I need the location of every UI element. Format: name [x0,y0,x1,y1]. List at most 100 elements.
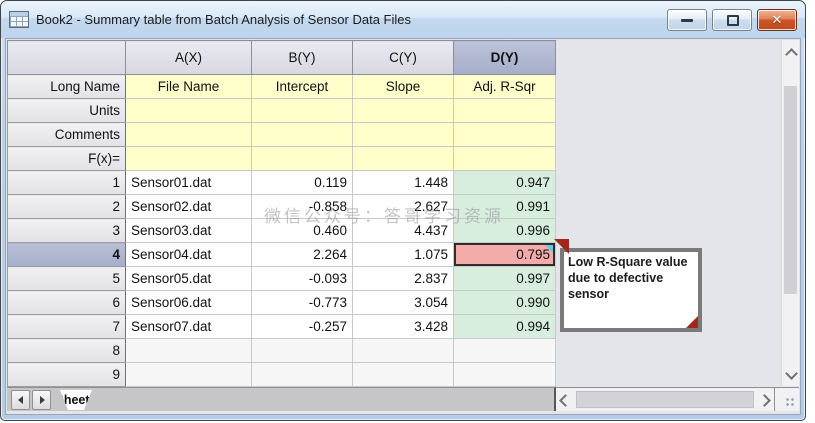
cell-r5-intercept[interactable]: -0.093 [252,267,353,291]
cell-r7-rsqr[interactable]: 0.994 [454,315,556,339]
cell-longname-a[interactable]: File Name [126,75,252,99]
cell-indicator-icon [545,245,553,253]
scroll-left-icon[interactable] [559,394,572,407]
cell-comments-d[interactable] [454,123,556,147]
cell-fx-d[interactable] [454,147,556,171]
row-header-8[interactable]: 8 [8,339,126,363]
worksheet-client-area: A(X) B(Y) C(Y) D(Y) Long Name File Name … [5,38,801,415]
cell-r8-d[interactable] [454,339,556,363]
cell-longname-b[interactable]: Intercept [252,75,353,99]
comment-text: Low R-Square value due to defective sens… [568,254,694,302]
cell-r1-filename[interactable]: Sensor01.dat [126,171,252,195]
cell-r7-intercept[interactable]: -0.257 [252,315,353,339]
resize-grip-box[interactable] [774,387,799,411]
cell-r6-rsqr[interactable]: 0.990 [454,291,556,315]
cell-units-c[interactable] [353,99,454,123]
cell-fx-c[interactable] [353,147,454,171]
horizontal-scrollbar[interactable] [556,387,774,411]
corner-header[interactable] [8,41,126,75]
cell-r7-slope[interactable]: 3.428 [353,315,454,339]
column-header-d-selected[interactable]: D(Y) [454,41,556,75]
cell-comments-a[interactable] [126,123,252,147]
cell-r9-b[interactable] [252,363,353,387]
cell-r2-slope[interactable]: 2.627 [353,195,454,219]
cell-r6-intercept[interactable]: -0.773 [252,291,353,315]
cell-r4-slope[interactable]: 1.075 [353,243,454,267]
row-header-4-selected[interactable]: 4 [8,243,126,267]
cell-r5-slope[interactable]: 2.837 [353,267,454,291]
window-title: Book2 - Summary table from Batch Analysi… [36,12,411,27]
cell-fx-b[interactable] [252,147,353,171]
row-header-1[interactable]: 1 [8,171,126,195]
cell-r3-intercept[interactable]: 0.460 [252,219,353,243]
cell-units-b[interactable] [252,99,353,123]
row-header-fx[interactable]: F(x)= [8,147,126,171]
cell-r9-d[interactable] [454,363,556,387]
column-header-a[interactable]: A(X) [126,41,252,75]
close-button[interactable]: ✕ [757,9,797,31]
cell-r2-rsqr[interactable]: 0.991 [454,195,556,219]
cell-r1-intercept[interactable]: 0.119 [252,171,353,195]
cell-r5-rsqr[interactable]: 0.997 [454,267,556,291]
cell-r1-slope[interactable]: 1.448 [353,171,454,195]
column-header-c[interactable]: C(Y) [353,41,454,75]
cell-comments-c[interactable] [353,123,454,147]
cell-r8-c[interactable] [353,339,454,363]
tab-scroll-left-button[interactable] [11,390,30,410]
row-header-3[interactable]: 3 [8,219,126,243]
cell-r4-intercept[interactable]: 2.264 [252,243,353,267]
scroll-right-icon[interactable] [758,394,771,407]
bottom-bar: Sheet1 [7,387,799,411]
window-controls: ✕ [667,9,797,31]
summary-table: A(X) B(Y) C(Y) D(Y) Long Name File Name … [7,40,556,387]
cell-r6-filename[interactable]: Sensor06.dat [126,291,252,315]
restore-button[interactable] [712,9,752,31]
resize-grip-icon [784,396,796,408]
row-header-9[interactable]: 9 [8,363,126,387]
cell-r2-intercept[interactable]: -0.858 [252,195,353,219]
cell-r7-filename[interactable]: Sensor07.dat [126,315,252,339]
title-bar[interactable]: Book2 - Summary table from Batch Analysi… [1,1,805,38]
restore-icon [727,15,739,26]
cell-longname-c[interactable]: Slope [353,75,454,99]
tab-label: Sheet1 [60,390,92,410]
cell-r4-filename[interactable]: Sensor04.dat [126,243,252,267]
row-header-units[interactable]: Units [8,99,126,123]
vertical-scrollbar[interactable] [781,40,799,386]
cell-r8-a[interactable] [126,339,252,363]
comment-corner-icon [686,316,698,328]
left-triangle-icon [18,396,23,404]
cell-r2-filename[interactable]: Sensor02.dat [126,195,252,219]
cell-r3-filename[interactable]: Sensor03.dat [126,219,252,243]
cell-r3-slope[interactable]: 4.437 [353,219,454,243]
cell-r6-slope[interactable]: 3.054 [353,291,454,315]
row-header-comments[interactable]: Comments [8,123,126,147]
cell-fx-a[interactable] [126,147,252,171]
cell-comments-b[interactable] [252,123,353,147]
cell-r3-rsqr[interactable]: 0.996 [454,219,556,243]
row-header-longname[interactable]: Long Name [8,75,126,99]
cell-units-a[interactable] [126,99,252,123]
comment-box[interactable]: Low R-Square value due to defective sens… [560,248,702,332]
cell-r1-rsqr[interactable]: 0.947 [454,171,556,195]
cell-r5-filename[interactable]: Sensor05.dat [126,267,252,291]
tab-scroll-right-button[interactable] [32,390,51,410]
horizontal-scroll-thumb[interactable] [576,391,754,408]
scroll-down-icon[interactable] [785,367,798,380]
cell-r9-a[interactable] [126,363,252,387]
cell-r9-c[interactable] [353,363,454,387]
vertical-scroll-thumb[interactable] [784,86,797,294]
row-header-5[interactable]: 5 [8,267,126,291]
cell-units-d[interactable] [454,99,556,123]
minimize-button[interactable] [667,9,707,31]
right-triangle-icon [40,396,45,404]
cell-r4-rsqr-flagged[interactable]: 0.795 [454,243,556,267]
cell-longname-d[interactable]: Adj. R-Sqr [454,75,556,99]
scroll-up-icon[interactable] [785,48,798,61]
row-header-2[interactable]: 2 [8,195,126,219]
cell-r8-b[interactable] [252,339,353,363]
row-header-7[interactable]: 7 [8,315,126,339]
row-header-6[interactable]: 6 [8,291,126,315]
column-header-b[interactable]: B(Y) [252,41,353,75]
minimize-icon [681,19,693,22]
